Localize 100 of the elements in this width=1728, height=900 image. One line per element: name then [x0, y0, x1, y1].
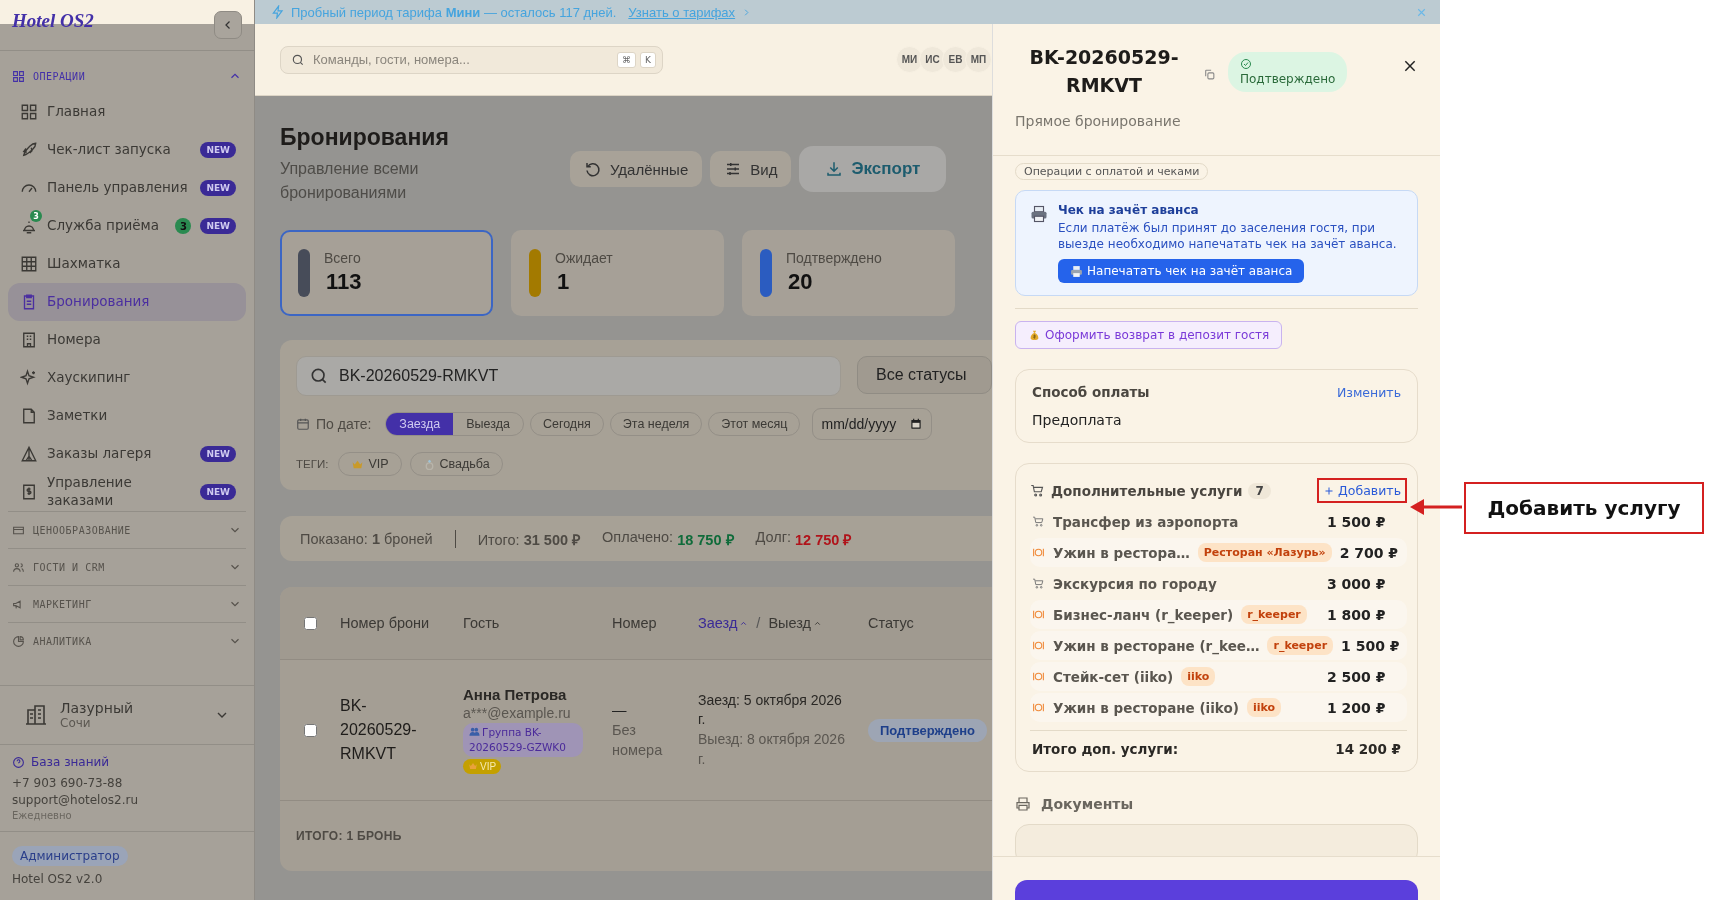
vip-badge: VIP — [463, 758, 502, 774]
receipt-description: Если платёж был принят до заселения гостя, при выезде необходимо напечатать чек на зачёт аванса. — [1058, 220, 1398, 253]
nav-item[interactable]: Бронирования — [8, 283, 246, 321]
section-header[interactable]: ЦЕНООБРАЗОВАНИЕ — [8, 511, 246, 548]
select-all-checkbox[interactable] — [303, 616, 317, 630]
column-header: Статус — [868, 613, 915, 633]
hours-text: Ежедневно — [12, 810, 73, 821]
users-icon — [469, 726, 480, 738]
copy-icon[interactable] — [1203, 68, 1216, 81]
calendar-icon — [909, 417, 924, 431]
note-icon — [20, 407, 38, 425]
service-price: 2 500 ₽ — [1327, 668, 1387, 685]
shortcut-key: ⌘ — [617, 51, 637, 68]
nav-item[interactable]: Заказы лагеря NEW — [8, 435, 246, 473]
source-tag: r_keeper — [1241, 605, 1307, 625]
grid-icon — [12, 69, 25, 83]
date-field[interactable]: mm/dd/yyyy — [812, 408, 933, 440]
printer-icon — [1070, 264, 1083, 278]
nav-item[interactable]: Заметки — [8, 397, 246, 435]
booking-number[interactable]: BK-20260529-RMKVT — [340, 694, 430, 766]
stat-label: Ожидает — [555, 249, 613, 266]
check-circle-icon — [1240, 58, 1252, 70]
user-avatar[interactable]: ИС — [919, 46, 946, 73]
view-button[interactable]: Вид — [710, 151, 792, 187]
section-header[interactable]: ГОСТИ И CRM — [8, 548, 246, 585]
annotation-arrow — [1410, 499, 1462, 515]
guest-email: a***@example.ru — [463, 705, 571, 722]
help-icon — [12, 755, 25, 769]
column-header: Номер — [612, 613, 658, 633]
user-avatar[interactable]: МИ — [896, 46, 923, 73]
tags-label: ТЕГИ: — [296, 458, 329, 470]
section-title: Документы — [1041, 796, 1134, 813]
pie-icon — [12, 634, 25, 648]
page-subtitle: Управление всеми бронированиями — [280, 159, 420, 203]
notification-badge: 3 — [30, 210, 42, 222]
search-icon — [291, 52, 305, 67]
payment-method-value: Предоплата — [1032, 412, 1123, 429]
role-badge: Администратор — [12, 846, 128, 866]
new-badge: NEW — [200, 484, 236, 500]
nav-item[interactable]: Номера — [8, 321, 246, 359]
date-filter-label: По дате: — [316, 416, 372, 432]
stat-card[interactable]: Подтверждено 20 — [742, 230, 955, 316]
property-selector[interactable]: Лазурный Сочи — [0, 685, 254, 745]
count-badge: 7 — [1248, 482, 1271, 499]
count-badge: 3 — [175, 218, 192, 234]
change-link[interactable]: Изменить — [1336, 384, 1401, 400]
nav-item[interactable]: Управление заказами NEW — [8, 473, 246, 511]
nav-item[interactable]: Шахматка — [8, 245, 246, 283]
services-total: 14 200 ₽ — [1335, 741, 1401, 758]
debt-label: Долг: — [755, 528, 792, 547]
row-checkbox[interactable] — [303, 723, 317, 737]
service-price: 1 500 ₽ — [1341, 637, 1401, 654]
nav-item[interactable]: 3 Служба приёма 3 NEW — [8, 207, 246, 245]
source-tag: r_keeper — [1267, 636, 1334, 656]
new-badge: NEW — [200, 218, 236, 234]
knowledge-base-link[interactable]: База знаний — [12, 755, 242, 769]
status-select[interactable]: Все статусы — [857, 356, 992, 394]
nav-item[interactable]: Чек-лист запуска NEW — [8, 131, 246, 169]
service-name: Стейк-сет (iiko) — [1053, 668, 1174, 685]
nav-item[interactable]: Панель управления NEW — [8, 169, 246, 207]
sort-header[interactable]: Заезд — [698, 615, 749, 631]
export-button[interactable]: Экспорт — [799, 146, 947, 192]
service-name: Ужин в ресторане (iiko) — [1053, 699, 1239, 716]
booking-search-field[interactable]: BK-20260529-RMKVT — [296, 356, 841, 396]
stat-card[interactable]: Всего 113 — [280, 230, 493, 316]
section-header[interactable]: ОПЕРАЦИИ — [8, 59, 246, 93]
printer-icon — [1015, 796, 1031, 813]
refund-button[interactable]: Оформить возврат в депозит гостя — [1015, 321, 1283, 350]
download-icon — [825, 160, 844, 178]
section-header[interactable]: АНАЛИТИКА — [8, 622, 246, 659]
paid-label: Оплачено: — [602, 528, 674, 547]
banner-message: Пробный период тарифа Мини — осталось 117 дней. — [291, 4, 617, 20]
tent-icon — [20, 445, 38, 463]
user-avatar[interactable]: ЕВ — [942, 46, 969, 73]
section-header[interactable]: МАРКЕТИНГ — [8, 585, 246, 622]
deleted-button[interactable]: Удалённые — [570, 151, 703, 187]
add-service-button[interactable]: Добавить — [1317, 478, 1407, 504]
user-avatar[interactable]: МП — [965, 46, 992, 73]
stat-card[interactable]: Ожидает 1 — [511, 230, 724, 316]
status-badge: Подтверждено — [868, 719, 988, 742]
room-note: Без номера — [612, 720, 664, 761]
sort-header[interactable]: Выезд — [768, 615, 823, 631]
command-search-field[interactable]: Команды, гости, номера... ⌘ K — [280, 45, 663, 74]
service-price: 1 800 ₽ — [1327, 606, 1387, 623]
date-mode-toggle[interactable]: Заезда — [386, 413, 454, 435]
new-badge: NEW — [200, 446, 236, 462]
total-text: Итого: 31 500 ₽ — [477, 530, 581, 549]
source-tag: iiko — [1246, 698, 1282, 718]
date-mode-toggle[interactable]: Выезда — [453, 413, 523, 435]
booking-source: Прямое бронирование — [1015, 113, 1182, 130]
print-receipt-button[interactable]: Напечатать чек на зачёт аванса — [1058, 259, 1305, 284]
service-price: 1 200 ₽ — [1327, 699, 1387, 716]
new-badge: NEW — [200, 180, 236, 196]
collapse-sidebar-button[interactable] — [214, 11, 242, 39]
nav-item[interactable]: Главная — [8, 93, 246, 131]
cart-icon — [1032, 515, 1045, 529]
page-title: Бронирования — [280, 124, 450, 151]
nav-item[interactable]: Хаускипинг — [8, 359, 246, 397]
cart-icon — [1032, 577, 1045, 591]
close-icon[interactable] — [1402, 58, 1418, 74]
